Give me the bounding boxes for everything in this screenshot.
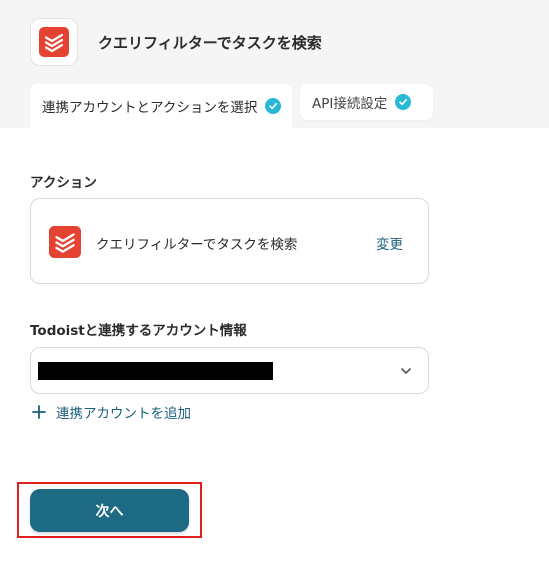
next-button[interactable]: 次へ <box>30 489 189 532</box>
page-title: クエリフィルターでタスクを検索 <box>98 34 322 52</box>
redacted-account-value <box>38 362 273 380</box>
check-icon <box>265 98 282 114</box>
todoist-icon <box>49 226 81 258</box>
change-action-link[interactable]: 変更 <box>376 233 403 253</box>
tab-account-action[interactable]: 連携アカウントとアクションを選択 <box>30 84 292 128</box>
action-name: クエリフィルターでタスクを検索 <box>96 237 298 253</box>
account-section-label: Todoistと連携するアカウント情報 <box>30 323 247 339</box>
tab-api-settings[interactable]: API接続設定 <box>300 84 433 120</box>
tab-label: 連携アカウントとアクションを選択 <box>42 100 258 116</box>
action-section-label: アクション <box>30 175 97 191</box>
add-account-link[interactable]: 連携アカウントを追加 <box>32 402 191 422</box>
add-account-label: 連携アカウントを追加 <box>56 406 191 422</box>
check-icon <box>395 94 412 110</box>
chevron-down-icon <box>401 368 411 374</box>
app-icon-box <box>30 18 78 66</box>
tab-label: API接続設定 <box>312 96 388 112</box>
plus-icon <box>32 405 46 419</box>
action-card: クエリフィルターでタスクを検索 変更 <box>30 198 429 284</box>
account-select[interactable] <box>30 347 429 394</box>
todoist-icon <box>39 27 69 57</box>
